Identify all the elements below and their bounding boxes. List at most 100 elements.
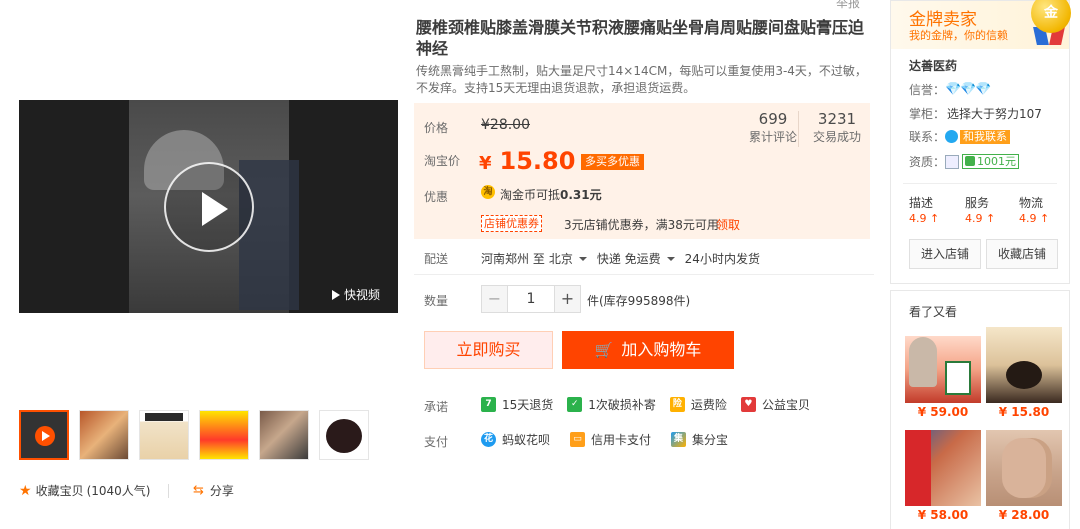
decrement-button[interactable]: − (481, 285, 508, 313)
buy-now-button[interactable]: 立即购买 (424, 331, 553, 369)
reviews-label: 累计评论 (748, 130, 797, 144)
more-deals-badge[interactable]: 多买多优惠 (581, 154, 644, 170)
shop-coupon-text: 3元店铺优惠券，满38元可用 (564, 218, 719, 232)
add-to-cart-label: 加入购物车 (621, 340, 702, 359)
original-price: ¥28.00 (481, 117, 530, 133)
reviews-stat[interactable]: 699 累计评论 (742, 109, 804, 145)
divider (168, 483, 169, 498)
shop-qualification: 资质： 1001元 (909, 153, 1020, 170)
promise-text: 15天退货 (502, 398, 554, 412)
quantity-input[interactable]: 1 (508, 285, 554, 313)
payment-item[interactable]: ▭ 信用卡支付 (570, 431, 651, 448)
favorite-item-button[interactable]: ★ 收藏宝贝 (1040人气) (19, 482, 150, 499)
divider (903, 183, 1057, 184)
thumbnail-image[interactable] (259, 410, 309, 460)
recommended-price: ¥ 28.00 (998, 508, 1050, 522)
score-value: 4.9 ↑ (965, 212, 996, 225)
star-icon: ★ (19, 482, 32, 499)
qualification-label: 资质： (909, 155, 946, 169)
share-button[interactable]: ⇆ 分享 (168, 482, 234, 499)
quantity-label: 数量 (424, 294, 449, 308)
gold-seller-header: 金牌卖家 我的金牌，你的信赖 金 (891, 0, 1071, 49)
play-icon[interactable] (164, 162, 254, 252)
promise-item[interactable]: 险运费险 (669, 396, 727, 413)
get-coupon-link[interactable]: 领取 (716, 216, 740, 233)
contact-seller-button[interactable]: 和我联系 (960, 129, 1011, 144)
promise-item[interactable]: 7 15天退货 (481, 396, 553, 413)
chevron-down-icon (666, 257, 675, 261)
score-label: 描述 (909, 196, 934, 210)
wangwang-chat-icon (945, 130, 959, 143)
ship-method: 快递 免运费 (596, 252, 661, 266)
product-video[interactable]: 快视频 (19, 100, 398, 313)
add-to-cart-button[interactable]: 🛒 加入购物车 (562, 331, 734, 369)
taobao-price-label: 淘宝价 (424, 154, 461, 168)
payment-item[interactable]: 集集分宝 (671, 431, 728, 448)
contact-label: 联系： (909, 130, 946, 144)
reputation-label: 信誉： (909, 83, 946, 97)
thumbnail-image[interactable] (139, 410, 189, 460)
thumbnail-image[interactable] (79, 410, 129, 460)
recommended-item[interactable]: ¥ 59.00 (905, 327, 981, 421)
promise-text: 1次破损补寄 (588, 398, 656, 412)
collect-shop-button[interactable]: 收藏店铺 (986, 239, 1058, 269)
shipping-label: 配送 (424, 252, 449, 266)
thumbnail-image[interactable] (199, 410, 249, 460)
shop-name[interactable]: 达善医药 (909, 57, 957, 74)
discount-label: 优惠 (424, 190, 449, 204)
promise-item[interactable]: ♥ 公益宝贝 (740, 396, 810, 413)
currency-symbol: ¥ (479, 153, 492, 174)
promise-text: 公益宝贝 (761, 398, 810, 412)
dispatch-time: 24小时内发货 (684, 252, 760, 266)
report-link[interactable]: 举报 (836, 0, 860, 11)
deposit-badge[interactable]: 1001元 (962, 154, 1020, 169)
payment-item[interactable]: 花蚂蚁花呗 (481, 431, 550, 448)
current-price-value: 15.80 (499, 147, 576, 175)
score-label: 服务 (965, 196, 990, 210)
ship-from: 河南郑州 至 (481, 252, 545, 266)
credit-card-icon: ▭ (570, 432, 586, 447)
promise-item[interactable]: ✓ 1次破损补寄 (567, 396, 656, 413)
thumbnail-video[interactable] (19, 410, 69, 460)
sales-count: 3231 (817, 110, 857, 128)
recommended-image (905, 430, 981, 506)
divider (798, 111, 799, 147)
gold-medal-icon: 金 (1031, 0, 1071, 33)
score-label: 物流 (1019, 196, 1044, 210)
stock-info: 件(库存995898件) (587, 294, 691, 308)
shop-contact: 联系： 和我联系 (909, 128, 1011, 145)
ship-to: 北京 (548, 252, 573, 266)
coin-amount: 0.31元 (560, 188, 602, 202)
ship-method-select[interactable]: 快递 免运费 (597, 250, 685, 267)
recommended-item[interactable]: ¥ 28.00 (986, 430, 1062, 524)
thumbnail-strip (19, 410, 369, 462)
favorite-label: 收藏宝贝 (35, 484, 84, 498)
sales-label: 交易成功 (812, 130, 861, 144)
payment-list: 花蚂蚁花呗 ▭ 信用卡支付 集集分宝 (481, 431, 748, 448)
cart-icon: 🛒 (594, 341, 614, 359)
play-icon (35, 426, 55, 446)
score-value: 4.9 ↑ (909, 212, 940, 225)
thumbnail-image[interactable] (319, 410, 369, 460)
ship-to-select[interactable]: 北京 (549, 250, 597, 267)
recommended-item[interactable]: ¥ 15.80 (986, 327, 1062, 421)
enter-shop-button[interactable]: 进入店铺 (909, 239, 981, 269)
deposit-icon (965, 156, 976, 166)
increment-button[interactable]: + (554, 285, 581, 313)
recommended-item[interactable]: ¥ 58.00 (905, 430, 981, 524)
keeper-name[interactable]: 选择大于努力107 (947, 105, 1042, 122)
payment-text: 集分宝 (692, 433, 729, 447)
recommended-price: ¥ 15.80 (998, 405, 1050, 419)
recommended-image (905, 327, 981, 403)
sales-stat: 3231 交易成功 (806, 109, 868, 145)
shop-info-panel: 金牌卖家 我的金牌，你的信赖 金 达善医药 信誉： 💎💎💎 掌柜： 选择大于努力… (890, 0, 1071, 284)
charity-icon: ♥ (740, 397, 756, 412)
shop-coupon-tag: 店铺优惠券 (481, 215, 542, 232)
recommended-image (986, 327, 1062, 403)
license-icon[interactable] (945, 154, 960, 169)
payment-text: 信用卡支付 (591, 433, 652, 447)
score-service: 服务 4.9 ↑ (965, 195, 995, 227)
score-value: 4.9 ↑ (1019, 212, 1050, 225)
score-description: 描述 4.9 ↑ (909, 195, 939, 227)
share-label: 分享 (209, 484, 234, 498)
